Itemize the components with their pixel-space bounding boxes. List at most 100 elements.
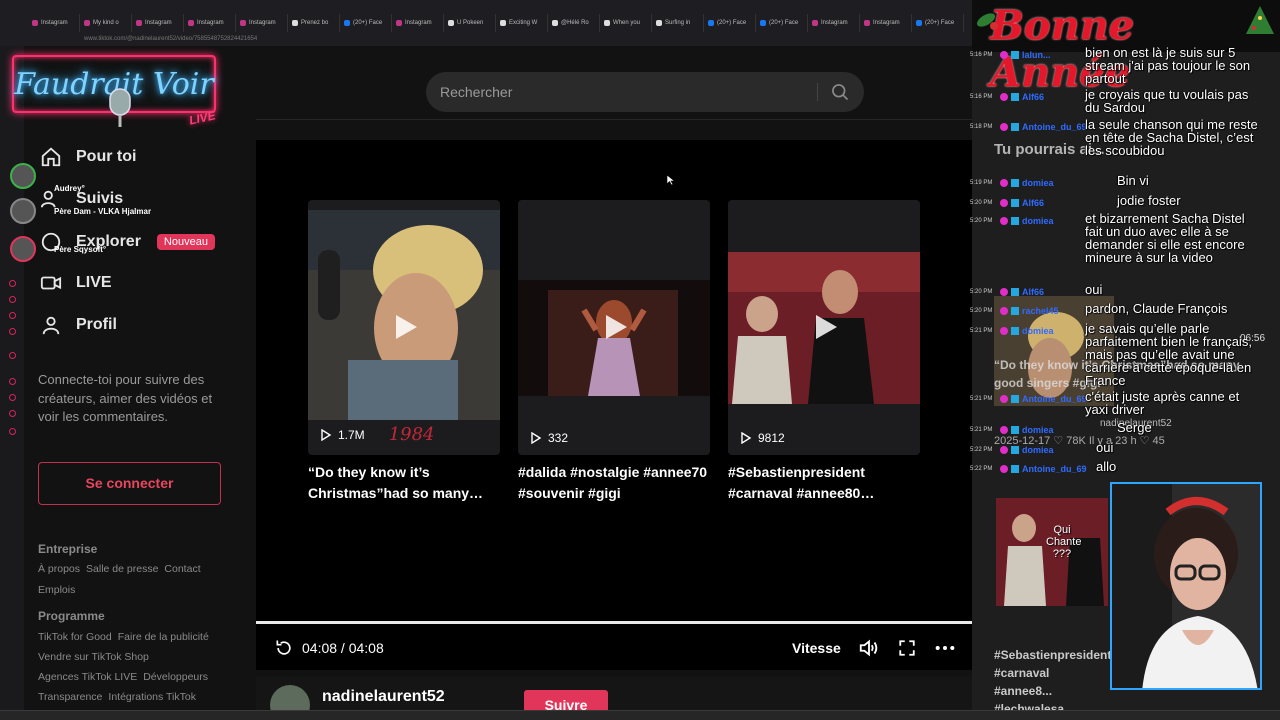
video-caption[interactable]: #Sebastienpresident #carnaval #annee80…	[728, 462, 920, 504]
footer-link[interactable]: Développeurs	[143, 671, 208, 683]
heart-badge-icon	[1000, 288, 1008, 296]
browser-tab[interactable]: Instagram	[132, 14, 184, 32]
chat-username-text: Antoine_du_69	[1022, 464, 1087, 474]
footer-link[interactable]: Salle de presse	[86, 563, 158, 575]
footer-links-jobs: Emplois	[38, 584, 75, 596]
suggested-video-card[interactable]: 1.7M 1984	[308, 200, 500, 455]
side-panel-icon[interactable]	[9, 410, 16, 417]
browser-tab[interactable]: Surfing in	[652, 14, 704, 32]
heart-badge-icon	[1000, 426, 1008, 434]
chat-username[interactable]: lalun...	[1000, 50, 1051, 60]
chat-username[interactable]: Antoine_du_69	[1000, 394, 1087, 404]
side-panel-icon[interactable]	[9, 296, 16, 303]
chat-message: allo	[1096, 459, 1117, 474]
search-icon[interactable]	[824, 78, 856, 106]
side-panel-icon[interactable]	[9, 394, 16, 401]
viewer-name: Père Dam - VLKA Hjalmar	[54, 206, 152, 216]
side-panel-icon[interactable]	[9, 378, 16, 385]
side-panel-icon[interactable]	[9, 428, 16, 435]
footer-link[interactable]: Contact	[164, 563, 200, 575]
browser-tab[interactable]: Instagram	[860, 14, 912, 32]
tiktok-header	[256, 46, 972, 120]
footer-link[interactable]: Agences TikTok LIVE	[38, 671, 137, 683]
footer-link[interactable]: Transparence	[38, 691, 102, 703]
thumbnail-overlay-text: Qui Chante ???	[1046, 524, 1082, 560]
chat-username[interactable]: Alf66	[1000, 198, 1044, 208]
nav-profile[interactable]: Profil	[40, 314, 117, 336]
volume-icon[interactable]	[858, 636, 880, 660]
chat-username[interactable]: Antoine_du_69	[1000, 464, 1087, 474]
play-icon	[606, 315, 627, 339]
address-bar[interactable]: www.tiktok.com/@nadinelaurent52/video/75…	[24, 32, 964, 46]
browser-tab[interactable]: Instagram	[184, 14, 236, 32]
footer-link[interactable]: Intégrations TikTok	[108, 691, 196, 703]
chat-username[interactable]: rachel45	[1000, 306, 1059, 316]
footer-link[interactable]: À propos	[38, 563, 80, 575]
side-panel-icon[interactable]	[9, 352, 16, 359]
time-text: 04:08 / 04:08	[302, 640, 384, 656]
browser-tab[interactable]: Exciting W	[496, 14, 548, 32]
browser-tab[interactable]: My kind o	[80, 14, 132, 32]
browser-tab[interactable]: Instagram	[236, 14, 288, 32]
nav-live[interactable]: LIVE	[40, 272, 112, 294]
search-input[interactable]	[440, 72, 810, 112]
chat-username[interactable]: Antoine_du_69	[1000, 122, 1087, 132]
side-panel-icon[interactable]	[9, 328, 16, 335]
browser-tab[interactable]: (20+) Face	[756, 14, 808, 32]
video-caption[interactable]: “Do they know it’s Christmas”had so many…	[308, 462, 500, 504]
footer-link[interactable]: Vendre sur TikTok Shop	[38, 651, 149, 663]
person-icon	[40, 314, 62, 336]
chat-username-text: domiea	[1022, 326, 1054, 336]
browser-tab[interactable]: When you	[600, 14, 652, 32]
footer-link[interactable]: Faire de la publicité	[118, 631, 209, 643]
browser-tab[interactable]: Instagram	[28, 14, 80, 32]
footer-links-company: À propos Salle de presse Contact	[38, 563, 201, 575]
browser-tab[interactable]: (20+) Face	[340, 14, 392, 32]
related-caption[interactable]: #Sebastienpresident #carnaval #annee8...…	[994, 646, 1111, 718]
suggested-video-card[interactable]: 9812	[728, 200, 920, 455]
tab-label: (20+) Face	[717, 20, 747, 26]
tab-label: Instagram	[873, 20, 900, 26]
holly-icon	[976, 13, 998, 30]
sub-badge-icon	[1011, 426, 1019, 434]
browser-tab[interactable]: Instagram	[808, 14, 860, 32]
chat-username[interactable]: domiea	[1000, 326, 1054, 336]
side-panel-icon[interactable]	[9, 280, 16, 287]
footer-link[interactable]: TikTok for Good	[38, 631, 112, 643]
chat-username[interactable]: Alf66	[1000, 92, 1044, 102]
browser-tab[interactable]: (20+) Face	[704, 14, 756, 32]
side-panel-icon[interactable]	[9, 312, 16, 319]
chat-username[interactable]: domiea	[1000, 445, 1054, 455]
speed-button[interactable]: Vitesse	[792, 636, 841, 660]
sub-badge-icon	[1011, 93, 1019, 101]
fullscreen-icon[interactable]	[898, 636, 916, 660]
chat-timestamp: 5:20 PM	[970, 308, 993, 314]
video-player[interactable]: 1.7M 1984 “Do they know it’s Christmas”h…	[256, 140, 972, 670]
footer-link[interactable]: Emplois	[38, 584, 75, 596]
stream-logo: Faudrait Voir LIVE	[12, 55, 217, 128]
avatar	[10, 236, 36, 262]
browser-tab[interactable]: Instagram	[392, 14, 444, 32]
replay-icon[interactable]	[274, 638, 294, 658]
chat-username[interactable]: domiea	[1000, 178, 1054, 188]
author-username[interactable]: nadinelaurent52	[322, 688, 445, 706]
chat-username[interactable]: domiea	[1000, 216, 1054, 226]
chat-username[interactable]: Alf66	[1000, 287, 1044, 297]
tab-label: Prenez bo	[301, 20, 329, 26]
login-button[interactable]: Se connecter	[38, 462, 221, 505]
browser-tab[interactable]: @Hélé Ro	[548, 14, 600, 32]
year-stamp: 1984	[388, 424, 435, 445]
browser-tab[interactable]: U Pokeen	[444, 14, 496, 32]
browser-tab[interactable]: (20+) Face	[912, 14, 964, 32]
suggested-video-card[interactable]: 332	[518, 200, 710, 455]
more-options-icon[interactable]	[934, 636, 956, 660]
chat-timestamp: 5:22 PM	[970, 447, 993, 453]
video-progress-bar[interactable]	[256, 621, 972, 624]
video-caption[interactable]: #dalida #nostalgie #annee70 #souvenir #g…	[518, 462, 710, 504]
sub-badge-icon	[1011, 123, 1019, 131]
browser-tab[interactable]: Prenez bo	[288, 14, 340, 32]
facebook-icon	[760, 20, 766, 26]
chat-username[interactable]: domiea	[1000, 425, 1054, 435]
tab-label: U Pokeen	[457, 20, 484, 26]
chat-timestamp: 5:19 PM	[970, 180, 993, 186]
